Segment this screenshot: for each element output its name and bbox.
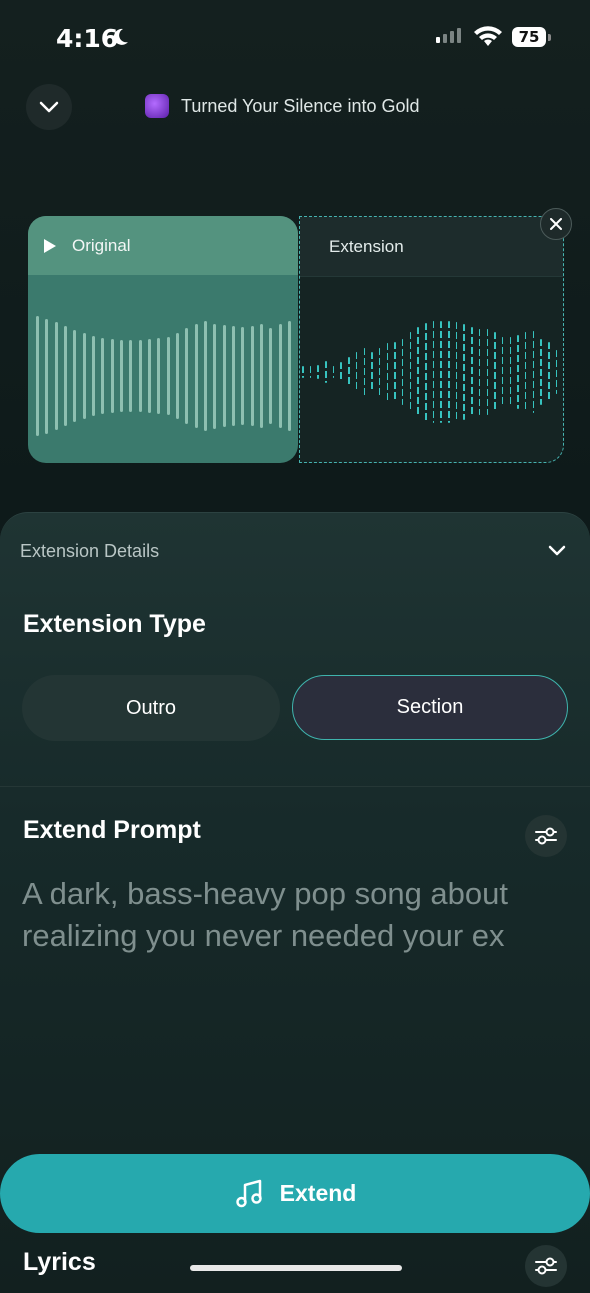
option-outro-button[interactable]: Outro	[22, 675, 280, 741]
extend-label: Extend	[279, 1180, 357, 1206]
settings-sliders-icon	[535, 827, 557, 845]
play-icon[interactable]	[44, 238, 56, 253]
status-bar: 4:16 75	[0, 0, 590, 76]
option-section-button[interactable]: Section	[292, 675, 568, 740]
original-track-card[interactable]: Original	[28, 216, 298, 463]
prompt-settings-button[interactable]	[525, 815, 567, 857]
battery-icon: 75	[512, 27, 551, 47]
header: Turned Your Silence into Gold	[0, 84, 590, 130]
extension-type-title: Extension Type	[23, 610, 206, 638]
original-card-header: Original	[28, 216, 298, 275]
chevron-down-icon	[548, 545, 566, 556]
extension-track-card[interactable]: Extension	[299, 216, 564, 463]
divider	[0, 786, 590, 787]
song-title-text: Turned Your Silence into Gold	[181, 95, 420, 116]
cover-art	[145, 94, 169, 118]
extend-button[interactable]: Extend	[0, 1154, 590, 1233]
settings-sliders-icon	[535, 1257, 557, 1275]
extend-prompt-title: Extend Prompt	[23, 816, 201, 844]
original-label: Original	[72, 235, 131, 255]
extension-card-header: Extension	[300, 217, 563, 277]
extension-details-label[interactable]: Extension Details	[20, 541, 159, 562]
signal-icon	[436, 28, 461, 43]
song-title: Turned Your Silence into Gold	[145, 94, 420, 118]
status-time: 4:16	[56, 24, 119, 53]
close-icon	[550, 218, 562, 230]
remove-extension-button[interactable]	[540, 208, 572, 240]
wifi-icon	[474, 26, 502, 48]
moon-icon	[110, 27, 130, 52]
chevron-down-icon	[39, 101, 59, 113]
home-indicator	[190, 1265, 402, 1271]
lyrics-title: Lyrics	[23, 1248, 96, 1276]
lyrics-settings-button[interactable]	[525, 1245, 567, 1287]
extension-label: Extension	[329, 236, 404, 256]
extension-waveform	[300, 317, 563, 427]
details-toggle-button[interactable]	[548, 543, 566, 561]
prompt-input[interactable]: A dark, bass-heavy pop song about realiz…	[22, 873, 562, 957]
collapse-button[interactable]	[26, 84, 72, 130]
music-note-icon	[235, 1179, 262, 1207]
original-waveform	[36, 306, 291, 446]
